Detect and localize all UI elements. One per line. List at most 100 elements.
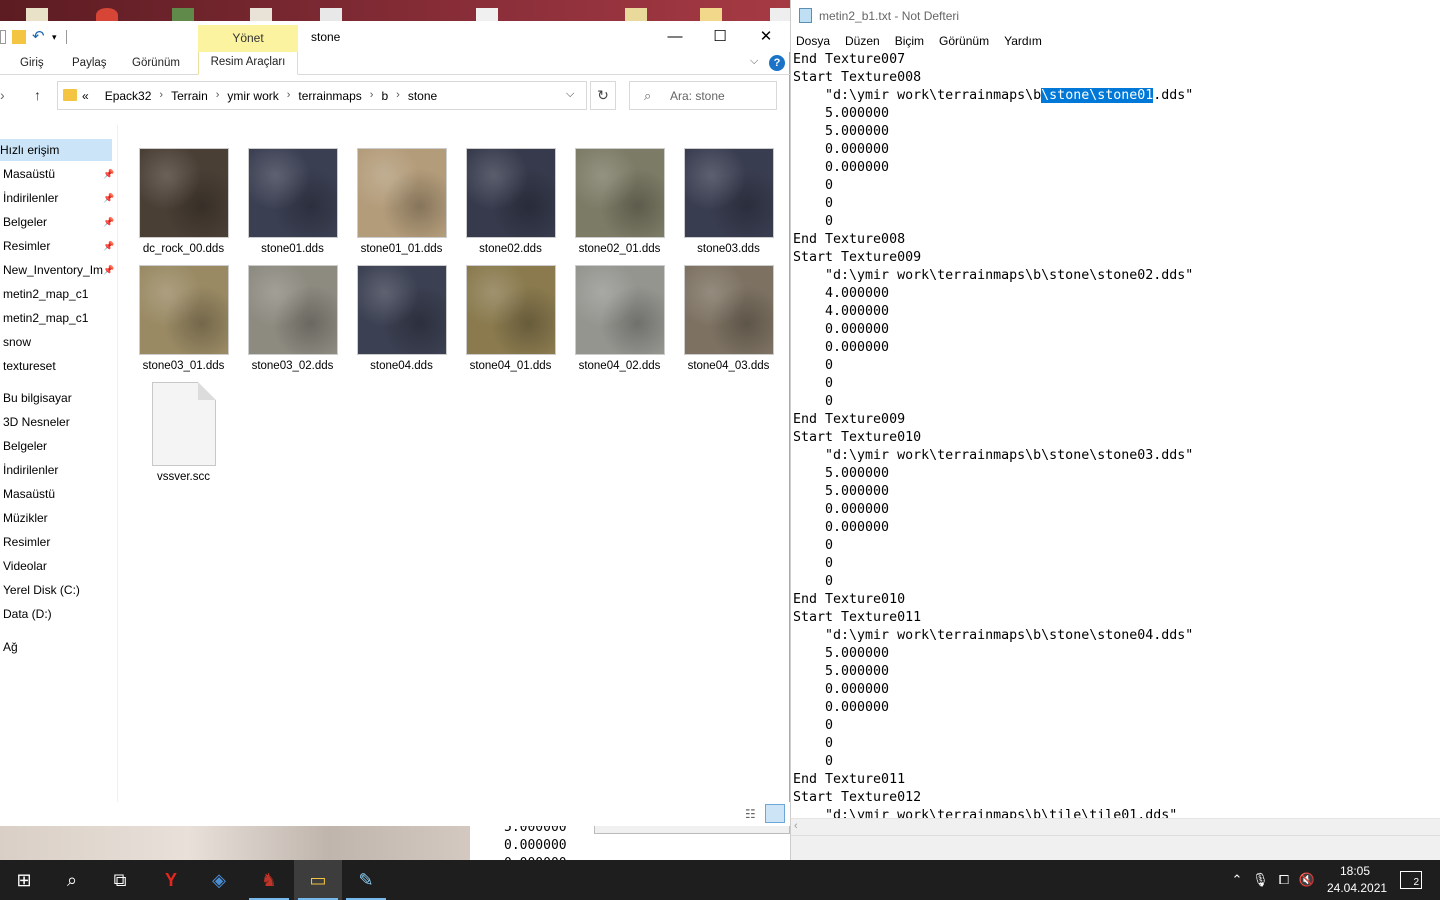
nav-item[interactable]: Belgeler 📌	[3, 211, 115, 233]
chevron-right-icon[interactable]: ›	[287, 89, 291, 103]
file-item[interactable]: stone02_01.dds	[567, 148, 672, 255]
nav-item[interactable]: Resimler 📌	[3, 235, 115, 257]
chevron-up-icon[interactable]: ⌃	[1228, 860, 1246, 900]
nav-item[interactable]: Resimler	[3, 531, 115, 553]
scroll-left-icon[interactable]: ‹	[794, 820, 798, 832]
notepad-icon[interactable]: ✎	[342, 860, 390, 900]
desktop-icon[interactable]	[700, 8, 722, 22]
tab-home[interactable]: Giriş	[20, 57, 44, 69]
forward-arrow-icon[interactable]: ›	[0, 87, 5, 103]
maximize-button[interactable]: ☐	[697, 21, 743, 52]
file-item[interactable]: stone04.dds	[349, 265, 454, 372]
text-editor-area[interactable]: End Texture007 Start Texture008 "d:\ymir …	[793, 51, 1439, 818]
desktop-icon[interactable]	[476, 8, 498, 22]
undo-icon[interactable]: ↶	[32, 29, 46, 44]
tab-share[interactable]: Paylaş	[72, 57, 107, 69]
file-item[interactable]: stone01.dds	[240, 148, 345, 255]
menu-help[interactable]: Yardım	[1004, 31, 1042, 51]
nav-item[interactable]: Masaüstü 📌	[3, 163, 115, 185]
file-explorer-icon[interactable]: ▭	[294, 860, 342, 900]
file-item[interactable]: stone01_01.dds	[349, 148, 454, 255]
menu-format[interactable]: Biçim	[895, 31, 924, 51]
explorer-titlebar[interactable]: ↶ ▾ Yönet stone ― ☐ ✕	[0, 21, 790, 52]
menu-view[interactable]: Görünüm	[939, 31, 989, 51]
tab-picture-tools[interactable]: Resim Araçları	[198, 52, 298, 75]
nav-item[interactable]: Videolar	[3, 555, 115, 577]
nav-item[interactable]: textureset	[3, 355, 115, 377]
clock-date[interactable]: 24.04.2021	[1327, 881, 1387, 895]
nav-item[interactable]: Müzikler	[3, 507, 115, 529]
file-item[interactable]: stone02.dds	[458, 148, 563, 255]
breadcrumb-item[interactable]: ymir work	[227, 89, 278, 103]
file-item[interactable]: stone03_02.dds	[240, 265, 345, 372]
speaker-muted-icon[interactable]: 🔇	[1298, 860, 1316, 900]
breadcrumb-item[interactable]: terrainmaps	[298, 89, 361, 103]
yandex-browser-icon[interactable]: Y	[147, 860, 195, 900]
ribbon-expand-chevron-icon[interactable]: ⌵	[750, 55, 758, 68]
chevron-down-icon[interactable]: ⌵	[566, 88, 574, 101]
nav-item[interactable]: Ağ	[3, 636, 115, 658]
start-icon[interactable]: ⊞	[0, 860, 48, 900]
desktop-icon[interactable]	[625, 8, 647, 22]
horizontal-scrollbar[interactable]: ‹	[791, 818, 1440, 835]
nav-item[interactable]: Bu bilgisayar	[3, 387, 115, 409]
desktop-icon[interactable]	[320, 8, 342, 22]
chevron-down-icon[interactable]: ▾	[52, 30, 60, 44]
breadcrumb-overflow[interactable]: «	[82, 89, 89, 103]
file-item[interactable]: stone04_02.dds	[567, 265, 672, 372]
task-view-icon[interactable]: ⧉	[96, 860, 144, 900]
refresh-button[interactable]: ↻	[590, 81, 616, 110]
nav-item[interactable]: metin2_map_c1	[3, 307, 115, 329]
chevron-right-icon[interactable]: ›	[216, 89, 220, 103]
address-bar[interactable]: « Epack32 › Terrain › ymir work › terrainma…	[57, 81, 587, 110]
menu-edit[interactable]: Düzen	[845, 31, 880, 51]
virtualbox-icon[interactable]: ◈	[195, 860, 243, 900]
close-button[interactable]: ✕	[743, 21, 789, 52]
nav-item[interactable]: Belgeler	[3, 435, 115, 457]
clock-time[interactable]: 18:05	[1340, 864, 1370, 878]
nav-item[interactable]: 3D Nesneler	[3, 411, 115, 433]
desktop-icon[interactable]	[250, 8, 272, 22]
ribbon-context-tab-manage[interactable]: Yönet	[198, 25, 298, 52]
chevron-right-icon[interactable]: ›	[370, 89, 374, 103]
nav-item[interactable]: Hızlı erişim	[0, 139, 112, 161]
nav-item[interactable]: Data (D:)	[3, 603, 115, 625]
breadcrumb-item[interactable]: stone	[408, 89, 437, 103]
tab-view[interactable]: Görünüm	[132, 57, 180, 69]
microphone-icon[interactable]: 🎙	[1252, 860, 1269, 900]
properties-icon[interactable]	[0, 30, 6, 44]
nav-item[interactable]: İndirilenler	[3, 459, 115, 481]
new-folder-icon[interactable]	[12, 30, 26, 44]
search-icon[interactable]: ⌕	[48, 860, 96, 900]
network-icon[interactable]: ⧠	[1274, 860, 1294, 900]
up-arrow-icon[interactable]: ↑	[34, 87, 41, 103]
search-input[interactable]: ⌕ Ara: stone	[629, 81, 777, 110]
notification-center-icon[interactable]: 2	[1400, 871, 1422, 889]
desktop-icon[interactable]	[770, 8, 792, 22]
nav-item[interactable]: Yerel Disk (C:)	[3, 579, 115, 601]
nav-item[interactable]: Masaüstü	[3, 483, 115, 505]
file-item[interactable]: stone03.dds	[676, 148, 781, 255]
breadcrumb-item[interactable]: Terrain	[171, 89, 208, 103]
nav-item[interactable]: metin2_map_c1	[3, 283, 115, 305]
nav-item[interactable]: snow	[3, 331, 115, 353]
file-item[interactable]: stone04_01.dds	[458, 265, 563, 372]
desktop-icon[interactable]	[172, 8, 194, 22]
nav-item[interactable]: İndirilenler 📌	[3, 187, 115, 209]
nav-item[interactable]: New_Inventory_Im 📌	[3, 259, 115, 281]
breadcrumb-item[interactable]: b	[381, 89, 388, 103]
desktop-icon[interactable]	[26, 8, 48, 22]
breadcrumb-item[interactable]: Epack32	[105, 89, 152, 103]
minimize-button[interactable]: ―	[652, 21, 698, 52]
file-item[interactable]: stone04_03.dds	[676, 265, 781, 372]
large-icons-view-icon[interactable]	[765, 804, 785, 823]
chevron-right-icon[interactable]: ›	[159, 89, 163, 103]
file-item[interactable]: vssver.scc	[131, 382, 236, 483]
details-view-icon[interactable]: ☷	[745, 807, 756, 821]
game-icon[interactable]: ♞	[245, 860, 293, 900]
file-item[interactable]: dc_rock_00.dds	[131, 148, 236, 255]
file-item[interactable]: stone03_01.dds	[131, 265, 236, 372]
chrome-icon[interactable]	[96, 8, 118, 22]
menu-file[interactable]: Dosya	[796, 31, 830, 51]
help-button[interactable]: ?	[769, 55, 785, 71]
